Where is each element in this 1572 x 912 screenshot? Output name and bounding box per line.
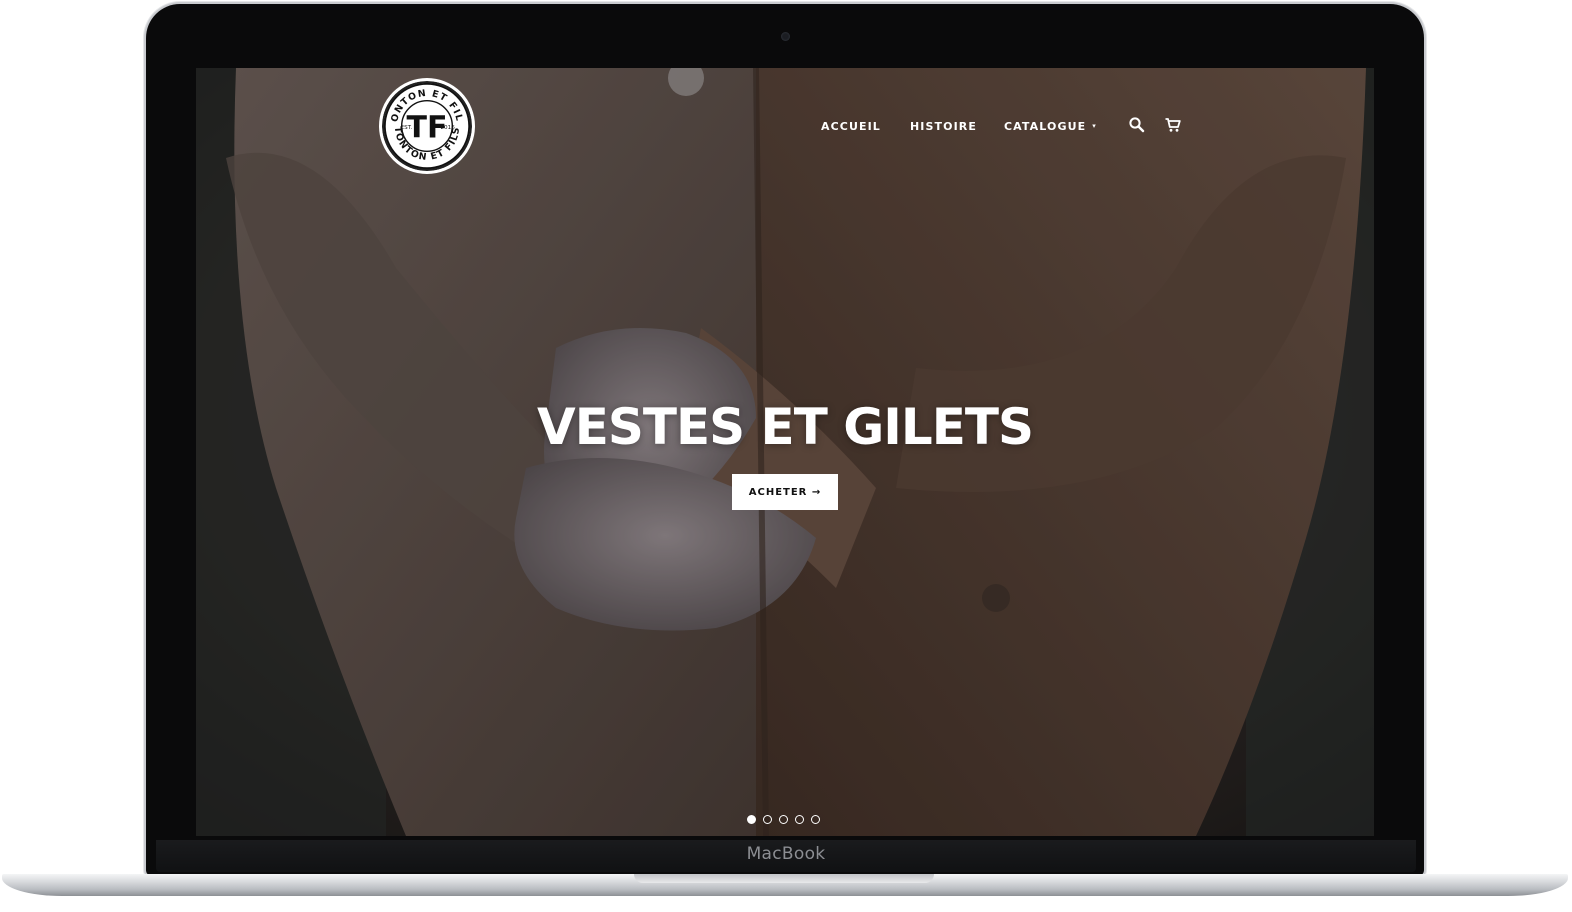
website-screen: TONTON ET FILS TONTON ET FILS TF EST. 20… [196, 68, 1374, 836]
nav-catalogue[interactable]: CATALOGUE ▾ [1004, 120, 1097, 133]
laptop-brand-label: MacBook [746, 844, 826, 864]
nav-catalogue-label: CATALOGUE [1004, 120, 1087, 133]
search-icon[interactable] [1128, 116, 1146, 134]
main-navigation: ACCUEIL HISTOIRE CATALOGUE ▾ [196, 117, 1374, 136]
laptop-base-notch [634, 874, 934, 883]
slide-dot-2[interactable] [763, 815, 772, 824]
hero-title: VESTES ET GILETS [537, 398, 1034, 456]
shop-now-button[interactable]: ACHETER → [732, 474, 838, 510]
nav-histoire[interactable]: HISTOIRE [910, 120, 977, 133]
slide-dot-5[interactable] [811, 815, 820, 824]
slide-dot-3[interactable] [779, 815, 788, 824]
camera-dot [781, 32, 790, 41]
slide-dot-1[interactable] [747, 815, 756, 824]
slide-dot-4[interactable] [795, 815, 804, 824]
nav-accueil[interactable]: ACCUEIL [821, 120, 881, 133]
chevron-down-icon: ▾ [1092, 122, 1097, 130]
cart-icon[interactable] [1164, 116, 1182, 134]
